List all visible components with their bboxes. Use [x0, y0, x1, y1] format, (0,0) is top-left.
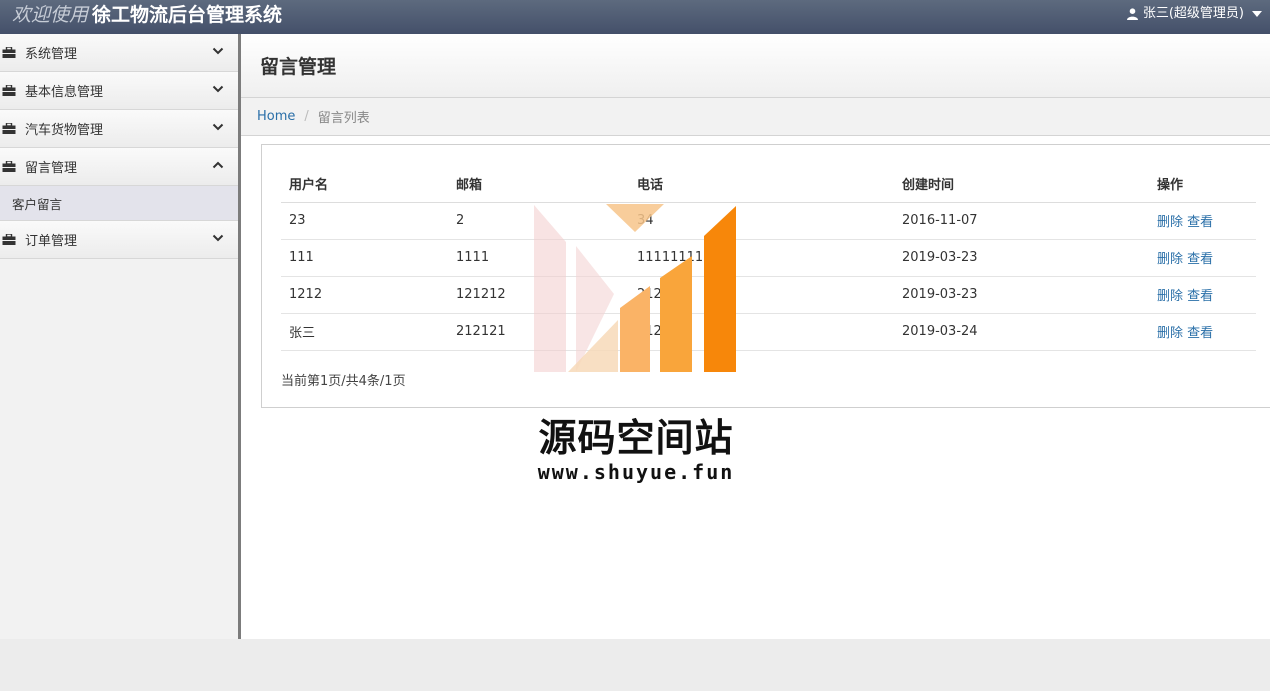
cell-actions: 删除 查看 — [1149, 276, 1256, 314]
user-name: 张三(超级管理员) — [1142, 6, 1244, 21]
cell-email: 212121 — [448, 313, 629, 351]
sidebar-item-label: 留言管理 — [25, 161, 78, 176]
sidebar-subitem-label: 客户留言 — [12, 196, 63, 212]
view-link[interactable]: 查看 — [1187, 289, 1213, 304]
table-row: 111 1111 1111111111 2019-03-23 删除 查看 — [281, 239, 1256, 277]
table-row: 张三 212121 212 2019-03-24 删除 查看 — [281, 313, 1256, 351]
brand-system-name: 徐工物流后台管理系统 — [92, 4, 283, 26]
cell-username: 23 — [281, 202, 448, 240]
briefcase-icon — [2, 47, 16, 58]
message-table: 用户名 邮箱 电话 创建时间 操作 23 2 34 2016-11-07 删除 … — [281, 165, 1256, 351]
user-icon — [1126, 8, 1138, 20]
chevron-up-icon — [212, 161, 224, 169]
top-navbar: 欢迎使用 徐工物流后台管理系统 张三(超级管理员) — [0, 0, 1270, 34]
delete-link[interactable]: 删除 — [1157, 326, 1183, 341]
cell-username: 1212 — [281, 276, 448, 314]
chevron-down-icon — [212, 234, 224, 242]
main-content: 留言管理 Home / 留言列表 用户名 邮箱 电话 创建时间 操作 23 2 … — [241, 34, 1270, 639]
breadcrumb-home-link[interactable]: Home — [257, 109, 295, 124]
cell-actions: 删除 查看 — [1149, 313, 1256, 351]
sidebar-item-orders[interactable]: 订单管理 — [0, 221, 238, 259]
delete-link[interactable]: 删除 — [1157, 215, 1183, 230]
sidebar-item-messages[interactable]: 留言管理 — [0, 148, 238, 186]
cell-created: 2019-03-23 — [894, 239, 1149, 277]
sidebar-item-vehicle-cargo[interactable]: 汽车货物管理 — [0, 110, 238, 148]
briefcase-icon — [2, 234, 16, 245]
caret-down-icon — [1252, 11, 1262, 17]
sidebar: 系统管理 基本信息管理 汽车货物管理 留言管理 客户留言 订单管理 — [0, 34, 238, 639]
cell-email: 2 — [448, 202, 629, 240]
column-header-email: 邮箱 — [448, 165, 629, 203]
cell-username: 111 — [281, 239, 448, 277]
page-header: 留言管理 — [241, 34, 1270, 98]
chevron-down-icon — [212, 85, 224, 93]
user-menu[interactable]: 张三(超级管理员) — [1126, 0, 1262, 28]
brand-welcome: 欢迎使用 — [12, 4, 89, 26]
table-header-row: 用户名 邮箱 电话 创建时间 操作 — [281, 165, 1256, 203]
cell-created: 2019-03-23 — [894, 276, 1149, 314]
column-header-username: 用户名 — [281, 165, 448, 203]
delete-link[interactable]: 删除 — [1157, 252, 1183, 267]
breadcrumb: Home / 留言列表 — [241, 98, 1270, 136]
cell-phone: 1111111111 — [629, 239, 894, 277]
cell-email: 1111 — [448, 239, 629, 277]
briefcase-icon — [2, 161, 16, 172]
column-header-phone: 电话 — [629, 165, 894, 203]
cell-phone: 212 — [629, 313, 894, 351]
page-title: 留言管理 — [260, 56, 337, 78]
briefcase-icon — [2, 123, 16, 134]
sidebar-item-label: 订单管理 — [25, 234, 78, 249]
sidebar-item-basic-info[interactable]: 基本信息管理 — [0, 72, 238, 110]
cell-created: 2016-11-07 — [894, 202, 1149, 240]
brand[interactable]: 欢迎使用 徐工物流后台管理系统 — [12, 2, 282, 32]
sidebar-item-label: 系统管理 — [25, 47, 78, 62]
sidebar-item-label: 基本信息管理 — [25, 85, 104, 100]
sidebar-item-system[interactable]: 系统管理 — [0, 34, 238, 72]
message-list-panel: 用户名 邮箱 电话 创建时间 操作 23 2 34 2016-11-07 删除 … — [261, 144, 1270, 408]
sidebar-item-label: 汽车货物管理 — [25, 123, 104, 138]
cell-actions: 删除 查看 — [1149, 202, 1256, 240]
cell-phone: 34 — [629, 202, 894, 240]
column-header-created: 创建时间 — [894, 165, 1149, 203]
view-link[interactable]: 查看 — [1187, 326, 1213, 341]
column-header-actions: 操作 — [1149, 165, 1256, 203]
cell-created: 2019-03-24 — [894, 313, 1149, 351]
table-row: 23 2 34 2016-11-07 删除 查看 — [281, 202, 1256, 240]
breadcrumb-separator: / — [304, 109, 309, 124]
view-link[interactable]: 查看 — [1187, 252, 1213, 267]
cell-username: 张三 — [281, 313, 448, 351]
breadcrumb-current: 留言列表 — [317, 111, 370, 126]
view-link[interactable]: 查看 — [1187, 215, 1213, 230]
chevron-down-icon — [212, 123, 224, 131]
sidebar-subitem-customer-messages[interactable]: 客户留言 — [0, 186, 238, 221]
cell-email: 121212 — [448, 276, 629, 314]
chevron-down-icon — [212, 47, 224, 55]
delete-link[interactable]: 删除 — [1157, 289, 1183, 304]
table-row: 1212 121212 212 2019-03-23 删除 查看 — [281, 276, 1256, 314]
briefcase-icon — [2, 85, 16, 96]
cell-actions: 删除 查看 — [1149, 239, 1256, 277]
cell-phone: 212 — [629, 276, 894, 314]
pagination-info: 当前第1页/共4条/1页 — [281, 374, 406, 389]
